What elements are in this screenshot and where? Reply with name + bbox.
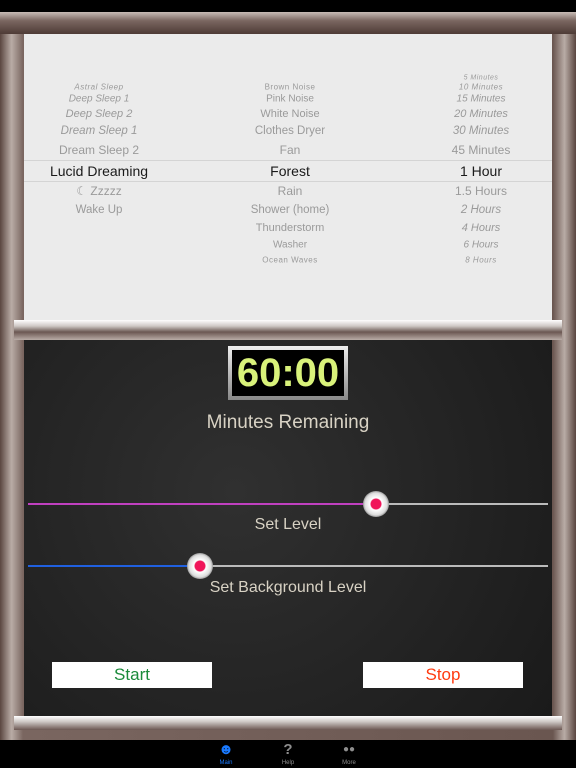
picker-item[interactable]: 8 Hours: [465, 256, 497, 265]
picker-item[interactable]: ☾ Zzzzz: [76, 184, 121, 198]
picker-item[interactable]: Lucid Dreaming: [50, 163, 148, 179]
background-slider-fill: [28, 565, 200, 567]
level-slider-fill: [28, 503, 377, 505]
picker-item[interactable]: 45 Minutes: [452, 143, 511, 157]
picker-item[interactable]: 15 Minutes: [457, 94, 506, 105]
level-slider-thumb[interactable]: [363, 491, 390, 517]
picker-item[interactable]: 4 Hours: [462, 222, 501, 234]
picker-item[interactable]: Deep Sleep 1: [69, 94, 130, 105]
level-label: Set Level: [254, 516, 322, 533]
stop-button[interactable]: Stop: [363, 662, 523, 688]
frame-top: [0, 12, 576, 34]
picker-item[interactable]: Washer: [273, 240, 307, 251]
tab-main[interactable]: ☻ Main: [196, 740, 256, 766]
picker-item[interactable]: Wake Up: [76, 204, 123, 216]
picker-item[interactable]: Brown Noise: [265, 83, 316, 92]
picker-item[interactable]: Forest: [270, 163, 310, 179]
picker-item[interactable]: Clothes Dryer: [255, 125, 325, 137]
picker-item[interactable]: Deep Sleep 2: [66, 108, 133, 120]
picker-item[interactable]: Pink Noise: [266, 94, 314, 105]
picker-item[interactable]: 20 Minutes: [454, 108, 508, 120]
picker-item[interactable]: White Noise: [260, 108, 319, 120]
picker-item[interactable]: 5 Minutes: [464, 75, 499, 82]
sound-picker[interactable]: Astral Sleep Deep Sleep 1 Deep Sleep 2 Drea…: [24, 34, 552, 320]
background-level-label: Set Background Level: [209, 579, 367, 596]
picker-item[interactable]: Astral Sleep: [74, 83, 123, 92]
start-button[interactable]: Start: [52, 662, 212, 688]
timer-display: 60:00: [228, 346, 348, 400]
frame-bottom: [14, 716, 562, 730]
picker-item[interactable]: 10 Minutes: [459, 83, 503, 92]
tab-label: More: [342, 760, 356, 766]
tab-bar: ☻ Main ? Help ●● More: [0, 740, 576, 768]
tab-more[interactable]: ●● More: [319, 740, 379, 766]
picker-item[interactable]: Dream Sleep 2: [59, 143, 139, 157]
picker-item[interactable]: 6 Hours: [463, 240, 498, 251]
skull-headphones-icon: ☻: [218, 741, 234, 758]
timer-value: 60:00: [232, 350, 344, 396]
tab-label: Help: [281, 760, 295, 766]
background-slider-thumb[interactable]: [186, 553, 213, 579]
picker-item[interactable]: 2 Hours: [461, 204, 501, 216]
question-icon: ?: [283, 741, 293, 758]
picker-item[interactable]: Rain: [278, 184, 303, 198]
timer-caption: Minutes Remaining: [206, 412, 370, 433]
glasses-icon: ●●: [342, 744, 356, 755]
picker-item[interactable]: Thunderstorm: [256, 222, 324, 234]
picker-item[interactable]: Fan: [280, 143, 301, 157]
picker-item[interactable]: Dream Sleep 1: [61, 125, 138, 137]
picker-item[interactable]: Shower (home): [251, 204, 330, 216]
picker-item[interactable]: 1 Hour: [460, 163, 502, 179]
tab-help[interactable]: ? Help: [258, 740, 318, 766]
picker-item[interactable]: Ocean Waves: [262, 256, 317, 265]
panel-divider: [14, 320, 562, 340]
picker-item[interactable]: 30 Minutes: [453, 125, 509, 137]
tab-label: Main: [219, 760, 233, 766]
picker-item[interactable]: 1.5 Hours: [455, 184, 507, 198]
